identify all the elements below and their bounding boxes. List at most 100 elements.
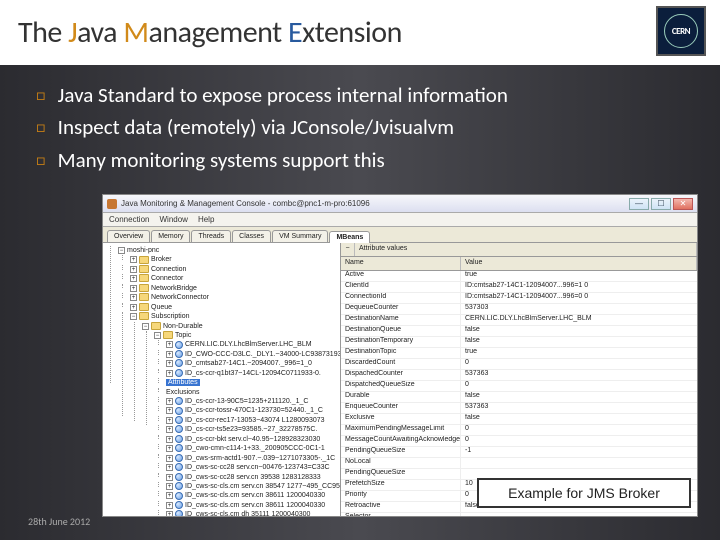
table-row[interactable]: ClientIdID:cmtsab27-14C1-12094007...996=… <box>341 282 697 293</box>
tab-mbeans[interactable]: MBeans <box>329 231 370 243</box>
tab-classes[interactable]: Classes <box>232 230 271 242</box>
tree-node[interactable]: +ID_cws-srm-actd1-907.~.039~1271073305-.… <box>164 454 337 463</box>
expand-icon[interactable]: + <box>166 351 173 358</box>
expand-icon[interactable]: + <box>166 455 173 462</box>
expand-icon[interactable]: + <box>166 436 173 443</box>
expand-icon[interactable]: + <box>130 266 137 273</box>
tree-node[interactable]: +ID_cws-sc-cc28 serv.cn~00476-123743=C33… <box>164 463 337 472</box>
folder-icon <box>139 303 149 311</box>
expand-icon[interactable]: + <box>166 502 173 509</box>
tab-overview[interactable]: Overview <box>107 230 150 242</box>
expand-icon[interactable]: + <box>166 370 173 377</box>
table-row[interactable]: Selector <box>341 513 697 516</box>
tree-node[interactable]: +Queue <box>128 303 337 312</box>
bean-icon <box>175 463 183 471</box>
tree-node[interactable]: +ID_cs-ccr-rec17-13053~43074 L1280093073 <box>164 416 337 425</box>
tree-node[interactable]: +ID_cws-sc-cc28 serv.cn 39538 1283128333 <box>164 473 337 482</box>
table-row[interactable]: PendingQueueSize-1 <box>341 447 697 458</box>
expand-icon[interactable]: + <box>166 398 173 405</box>
minimize-button[interactable]: — <box>629 198 649 210</box>
table-row[interactable]: DestinationTemporaryfalse <box>341 337 697 348</box>
expand-icon[interactable]: + <box>166 341 173 348</box>
expand-icon[interactable]: + <box>130 285 137 292</box>
table-row[interactable]: DispatchedQueueSize0 <box>341 381 697 392</box>
expand-icon[interactable]: + <box>130 275 137 282</box>
expand-icon[interactable]: + <box>166 426 173 433</box>
expand-icon[interactable]: + <box>130 256 137 263</box>
tree-node[interactable]: +ID_cws-sc-cls.cm serv.cn 38547 1277~495… <box>164 482 337 491</box>
table-row[interactable]: NoLocal <box>341 458 697 469</box>
expand-icon[interactable]: + <box>166 492 173 499</box>
tree-node[interactable]: +Connector <box>128 274 337 283</box>
tree-node[interactable]: +ID_cws-sc-cls.cm serv.cn 38611 12000403… <box>164 501 337 510</box>
tree-node[interactable]: +ID_cs-ccr-bkt serv.cl~40.95~12892832303… <box>164 435 337 444</box>
tree-node[interactable]: +NetworkBridge <box>128 284 337 293</box>
tree-node[interactable]: +ID_cs-ccr-13-90C5=1235+211120._1_C <box>164 397 337 406</box>
tree-node[interactable]: Exclusions <box>164 388 337 397</box>
expand-icon[interactable]: + <box>166 407 173 414</box>
window-titlebar[interactable]: Java Monitoring & Management Console - c… <box>103 195 697 213</box>
tab-memory[interactable]: Memory <box>151 230 190 242</box>
attr-value <box>461 458 697 468</box>
expand-icon[interactable]: + <box>166 483 173 490</box>
collapse-icon[interactable]: − <box>118 247 125 254</box>
folder-icon <box>151 322 161 330</box>
expand-icon[interactable]: + <box>166 360 173 367</box>
col-name[interactable]: Name <box>341 257 461 270</box>
tree-node[interactable]: +Connection <box>128 265 337 274</box>
collapse-icon[interactable]: − <box>142 323 149 330</box>
table-row[interactable]: DestinationNameCERN.LIC.DLY.LhcBlmServer… <box>341 315 697 326</box>
window-controls: — ☐ ✕ <box>629 198 693 210</box>
tree-node[interactable]: −Non-Durable −Topic +CERN.LIC.DLY.LhcBlm… <box>140 322 337 517</box>
tree-root[interactable]: −moshi-pnc +Broker+Connection+Connector+… <box>116 246 337 516</box>
collapse-icon[interactable]: − <box>130 313 137 320</box>
tree-node[interactable]: +ID_CWO-CCC-D3LC._DLY1.~34000-LC93873193… <box>164 350 337 359</box>
table-row[interactable]: Durablefalse <box>341 392 697 403</box>
menu-window[interactable]: Window <box>159 215 187 224</box>
tree-node[interactable]: + ID_cs-ccr-ts5e23=93585.~27_32278575C. <box>164 425 337 434</box>
expand-icon[interactable]: + <box>166 474 173 481</box>
table-row[interactable]: EnqueueCounter537363 <box>341 403 697 414</box>
expand-icon[interactable]: + <box>166 445 173 452</box>
col-value[interactable]: Value <box>461 257 697 270</box>
tree-node[interactable]: +ID_cws-sc-cls.cm serv.cn 38611 12000403… <box>164 491 337 500</box>
tree-node[interactable]: +ID_cs-ccr-tossr-470C1-123730=52440._1_C <box>164 406 337 415</box>
table-row[interactable]: DequeueCounter537303 <box>341 304 697 315</box>
body: Java Standard to expose process internal… <box>0 65 720 174</box>
expand-icon[interactable]: + <box>130 304 137 311</box>
expand-icon[interactable]: + <box>166 511 173 516</box>
tree-node[interactable]: +Broker <box>128 255 337 264</box>
table-row[interactable]: ConnectionIdID:cmtsab27-14C1-12094007...… <box>341 293 697 304</box>
maximize-button[interactable]: ☐ <box>651 198 671 210</box>
collapse-icon[interactable]: − <box>154 332 161 339</box>
menu-help[interactable]: Help <box>198 215 214 224</box>
tree-label: ID_cs-ccr-ts5e23=93585.~27_32278575C. <box>185 426 317 433</box>
tree-node[interactable]: Attributes <box>164 378 337 387</box>
tree-node[interactable]: +CERN.LIC.DLY.LhcBlmServer.LHC_BLM <box>164 340 337 349</box>
tree-node[interactable]: +ID_cmtsab27-14C1.~2094007._996=1_0 <box>164 359 337 368</box>
mbean-tree-pane[interactable]: −moshi-pnc +Broker+Connection+Connector+… <box>103 243 341 516</box>
attribute-header-title: Attribute values <box>355 243 697 256</box>
table-row[interactable]: DestinationQueuefalse <box>341 326 697 337</box>
expand-icon[interactable]: − <box>341 243 355 256</box>
tree-node[interactable]: +ID_cws-sc-cls.cm dh 35111 1200040300 <box>164 510 337 516</box>
table-row[interactable]: DestinationTopictrue <box>341 348 697 359</box>
table-row[interactable]: DispachedCounter537363 <box>341 370 697 381</box>
table-row[interactable]: MaximumPendingMessageLimit0 <box>341 425 697 436</box>
close-button[interactable]: ✕ <box>673 198 693 210</box>
table-row[interactable]: Activetrue <box>341 271 697 282</box>
expand-icon[interactable]: + <box>166 464 173 471</box>
table-row[interactable]: MessageCountAwaitingAcknowledge0 <box>341 436 697 447</box>
expand-icon[interactable]: + <box>166 417 173 424</box>
tree-node[interactable]: +NetworkConnector <box>128 293 337 302</box>
menu-connection[interactable]: Connection <box>109 215 149 224</box>
tree-node[interactable]: +ID_cs-ccr-q1bt37~14CL-12094C0711933-0. <box>164 369 337 378</box>
tree-node[interactable]: +ID_cwo-cmn-c114-1+33._200905CCC-0C1-1 <box>164 444 337 453</box>
expand-icon[interactable]: + <box>130 294 137 301</box>
tab-threads[interactable]: Threads <box>191 230 231 242</box>
tab-vmsummary[interactable]: VM Summary <box>272 230 328 242</box>
tree-node[interactable]: −Subscription −Non-Durable −Topic +CERN.… <box>128 312 337 516</box>
table-row[interactable]: DiscardedCount0 <box>341 359 697 370</box>
tree-node[interactable]: −Topic +CERN.LIC.DLY.LhcBlmServer.LHC_BL… <box>152 331 337 516</box>
table-row[interactable]: Exclusivefalse <box>341 414 697 425</box>
